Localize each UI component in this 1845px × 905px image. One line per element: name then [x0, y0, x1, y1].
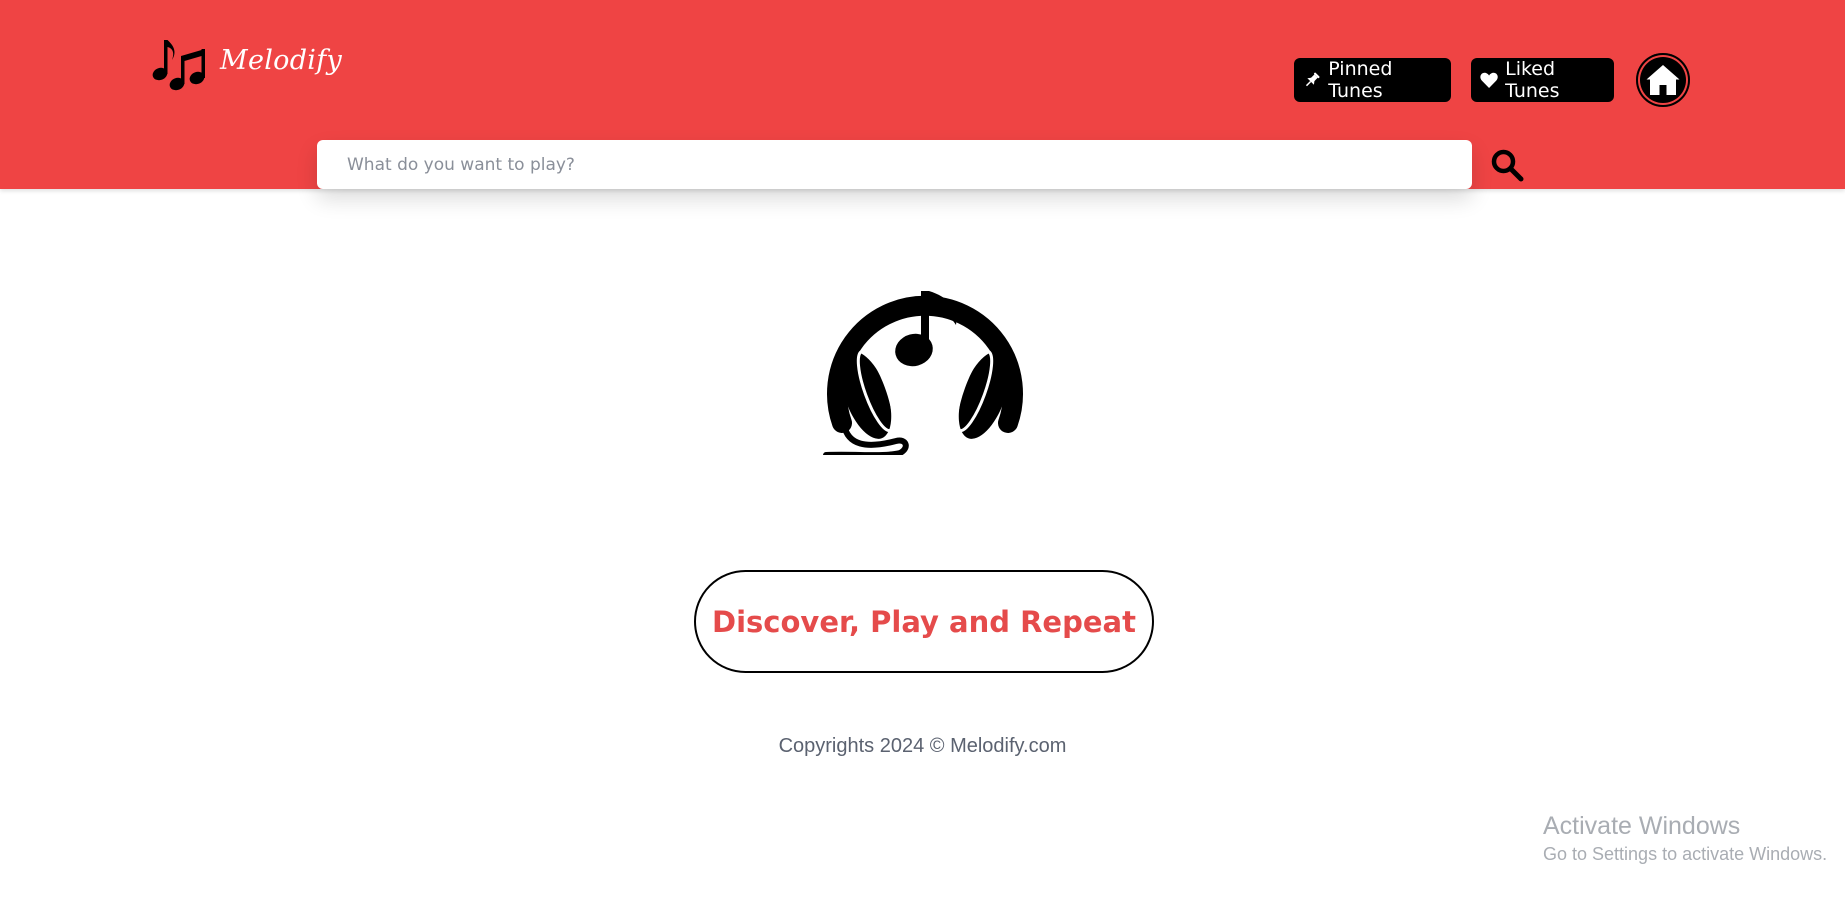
search-icon — [1491, 149, 1524, 182]
watermark-title: Activate Windows — [1543, 812, 1741, 840]
music-notes-icon — [152, 40, 205, 91]
brand-logo[interactable]: Melodify — [151, 36, 342, 92]
windows-activation-watermark: Activate Windows Go to Settings to activ… — [1543, 811, 1827, 867]
search-input[interactable] — [317, 140, 1472, 189]
footer-copyright: Copyrights 2024 © Melodify.com — [778, 735, 1067, 757]
heart-icon — [1480, 72, 1498, 88]
brand-name: Melodify — [220, 44, 343, 76]
headphones-music-icon — [823, 291, 1023, 455]
pinned-tunes-button[interactable]: Pinned Tunes — [1294, 58, 1451, 102]
home-button[interactable] — [1636, 53, 1690, 107]
liked-tunes-label: Liked Tunes — [1505, 58, 1560, 102]
search-button[interactable] — [1490, 148, 1524, 182]
pinned-tunes-label: Pinned Tunes — [1328, 58, 1393, 102]
pin-icon — [1305, 72, 1320, 87]
liked-tunes-button[interactable]: Liked Tunes — [1471, 58, 1614, 102]
discover-button[interactable]: Discover, Play and Repeat — [694, 570, 1154, 673]
watermark-subtitle: Go to Settings to activate Windows. — [1543, 844, 1828, 864]
app-header: Melodify Pinned Tunes Liked Tunes — [0, 0, 1845, 189]
home-icon — [1646, 65, 1680, 95]
